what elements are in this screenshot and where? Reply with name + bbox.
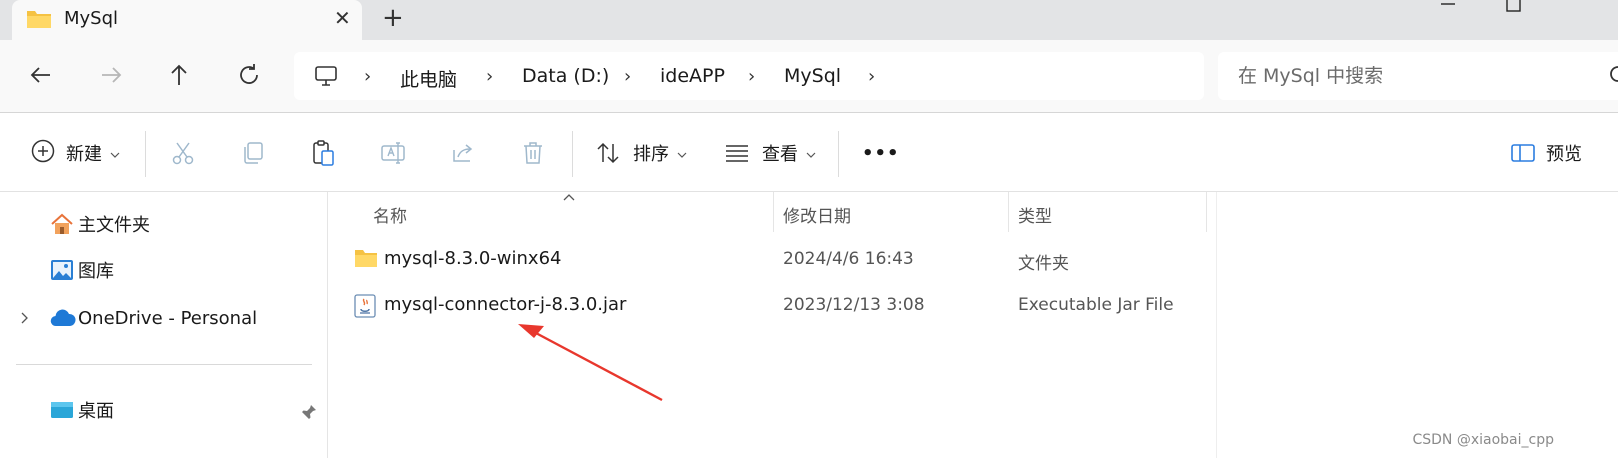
forward-button[interactable] (98, 62, 128, 92)
search-icon[interactable] (1606, 64, 1618, 92)
file-modified: 2023/12/13 3:08 (783, 295, 925, 315)
file-explorer-window: MySql ✕ + › 此电脑 › Data (D:) › ideAPP › M… (0, 0, 1618, 458)
toolbar-divider (572, 131, 573, 177)
breadcrumb-separator: › (748, 66, 756, 87)
breadcrumb-this-pc[interactable]: 此电脑 (400, 65, 457, 92)
sort-icon (597, 142, 619, 164)
column-divider[interactable] (773, 192, 774, 232)
share-icon (453, 144, 473, 162)
file-name: mysql-8.3.0-winx64 (384, 248, 562, 269)
clipboard-icon (313, 140, 334, 166)
chevron-down-icon (110, 144, 120, 163)
rename-icon (381, 142, 405, 164)
new-button-label: 新建 (66, 144, 102, 165)
nav-item-gallery[interactable]: 图库 (50, 254, 114, 286)
minimize-button[interactable] (1438, 0, 1458, 18)
nav-item-label: OneDrive - Personal (78, 307, 258, 329)
column-header-type[interactable]: 类型 (1018, 202, 1052, 227)
file-name: mysql-connector-j-8.3.0.jar (384, 294, 627, 315)
this-pc-icon (314, 64, 338, 92)
expand-chevron-icon[interactable] (18, 302, 32, 334)
file-modified: 2024/4/6 16:43 (783, 249, 914, 269)
chevron-down-icon (806, 144, 816, 163)
column-divider[interactable] (1206, 192, 1207, 232)
refresh-button[interactable] (236, 62, 266, 92)
watermark: CSDN @xiaobai_cpp (1412, 432, 1554, 448)
chevron-down-icon (677, 144, 687, 163)
column-header-modified[interactable]: 修改日期 (783, 202, 851, 227)
cut-button[interactable] (170, 137, 196, 169)
delete-button[interactable] (520, 137, 546, 169)
nav-item-home[interactable]: 主文件夹 (50, 208, 150, 240)
nav-item-label: 桌面 (78, 401, 114, 422)
tab-strip: MySql ✕ + (0, 0, 1618, 40)
file-list: 名称 修改日期 类型 mysql-8.3.0-winx64 2024/4/6 1… (328, 192, 1618, 458)
new-button[interactable]: 新建 (30, 137, 120, 169)
toolbar-divider (145, 131, 146, 177)
file-type: Executable Jar File (1018, 295, 1174, 315)
search-box (1218, 52, 1618, 100)
view-button[interactable]: 查看 (724, 137, 816, 169)
file-type: 文件夹 (1018, 254, 1069, 274)
more-options-button[interactable]: ••• (862, 137, 900, 169)
sort-ascending-icon (562, 188, 576, 207)
address-bar[interactable]: › 此电脑 › Data (D:) › ideAPP › MySql › (294, 52, 1204, 100)
breadcrumb-separator[interactable]: › (868, 66, 875, 87)
breadcrumb-separator: › (364, 66, 372, 87)
annotation-arrow (518, 324, 663, 402)
tab-mysql[interactable]: MySql ✕ (12, 0, 362, 40)
plus-circle-icon (30, 138, 56, 168)
onedrive-cloud-icon (50, 309, 76, 327)
desktop-icon (51, 402, 73, 418)
nav-item-desktop[interactable]: 桌面 (50, 394, 114, 426)
new-tab-button[interactable]: + (382, 3, 404, 33)
breadcrumb-mysql[interactable]: MySql (784, 65, 841, 87)
back-button[interactable] (28, 62, 58, 92)
nav-item-label: 图库 (78, 261, 114, 282)
nav-divider (16, 364, 312, 365)
tab-title: MySql (64, 8, 119, 29)
home-icon (51, 213, 73, 234)
search-input[interactable] (1238, 62, 1578, 90)
breadcrumb-data-drive[interactable]: Data (D:) (522, 65, 609, 87)
copy-icon (244, 142, 263, 164)
up-button[interactable] (166, 62, 196, 92)
column-guide (1216, 192, 1217, 458)
trash-icon (524, 142, 542, 164)
gallery-icon (51, 260, 73, 280)
address-row: › 此电脑 › Data (D:) › ideAPP › MySql › (0, 40, 1618, 112)
view-button-label: 查看 (762, 144, 798, 165)
command-bar: 新建 排序 查看 ••• 预览 (0, 112, 1618, 192)
maximize-button[interactable] (1504, 0, 1524, 18)
file-row[interactable]: mysql-8.3.0-winx64 2024/4/6 16:43 文件夹 (348, 242, 1208, 278)
breadcrumb-ideapp[interactable]: ideAPP (660, 65, 725, 87)
column-header-name[interactable]: 名称 (373, 202, 407, 227)
sort-button-label: 排序 (633, 144, 669, 165)
share-button[interactable] (450, 137, 476, 169)
copy-button[interactable] (240, 137, 266, 169)
nav-item-onedrive[interactable]: OneDrive - Personal (50, 302, 257, 334)
pin-icon[interactable] (300, 396, 318, 428)
preview-pane-button[interactable]: 预览 (1510, 137, 1582, 169)
preview-pane-icon (1511, 144, 1535, 162)
folder-icon (26, 8, 52, 34)
breadcrumb-separator: › (486, 66, 494, 87)
jar-file-icon (354, 294, 376, 322)
navigation-pane: 主文件夹 图库 OneDrive - Personal 桌面 (0, 192, 328, 458)
file-row[interactable]: mysql-connector-j-8.3.0.jar 2023/12/13 3… (348, 288, 1208, 324)
sort-button[interactable]: 排序 (595, 137, 687, 169)
scissors-icon (172, 142, 194, 165)
breadcrumb-separator: › (624, 66, 632, 87)
rename-button[interactable] (380, 137, 406, 169)
toolbar-divider (838, 131, 839, 177)
preview-pane-label: 预览 (1546, 144, 1582, 165)
close-tab-icon[interactable]: ✕ (334, 6, 351, 30)
paste-button[interactable] (310, 137, 336, 169)
folder-icon (354, 248, 378, 272)
nav-item-label: 主文件夹 (78, 215, 150, 236)
view-list-icon (726, 145, 748, 162)
column-divider[interactable] (1008, 192, 1009, 232)
